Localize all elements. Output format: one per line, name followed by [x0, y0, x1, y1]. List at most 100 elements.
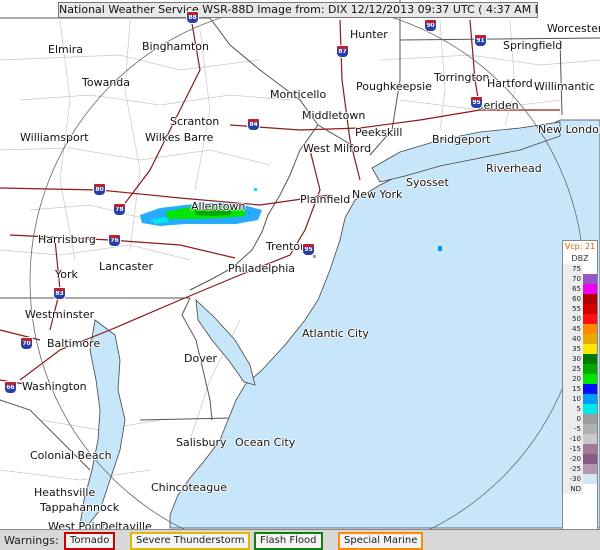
interstate-shield-icon-i66: 66 [4, 381, 17, 394]
legend-value: -30 [563, 474, 583, 484]
legend-color-swatch [583, 284, 597, 294]
place-label-worcester: Worcester [547, 22, 600, 35]
interstate-shield-icon-i76: 76 [108, 234, 121, 247]
legend-row: -10 [563, 434, 597, 444]
legend-value: 40 [563, 334, 583, 344]
legend-row: 60 [563, 294, 597, 304]
place-label-monticello: Monticello [270, 88, 327, 101]
severe-thunderstorm-warning-key: Severe Thunderstorm [130, 532, 251, 550]
legend-color-swatch [583, 304, 597, 314]
legend-color-swatch [583, 334, 597, 344]
place-label-binghamton: Binghamton [142, 40, 209, 53]
tornado-warning-key: Tornado [64, 532, 116, 550]
place-label-dover: Dover [184, 352, 217, 365]
legend-value: -5 [563, 424, 583, 434]
legend-color-swatch [583, 274, 597, 284]
place-label-syosset: Syosset [406, 176, 449, 189]
flash-flood-warning-key: Flash Flood [254, 532, 323, 550]
legend-color-swatch [583, 464, 597, 474]
interstate-shield-icon-i95a: 95 [470, 96, 483, 109]
legend-rows: 75 70 65 60 55 50 45 40 35 30 25 20 15 10 5 0 -5 -10 -15 -2… [563, 264, 597, 494]
legend-row: 75 [563, 264, 597, 274]
place-label-heathsville: Heathsville [34, 486, 96, 499]
legend-value: 50 [563, 314, 583, 324]
legend-row: 5 [563, 404, 597, 414]
place-label-newlondon: New London [538, 123, 600, 136]
legend-row: 30 [563, 354, 597, 364]
legend-row: 50 [563, 314, 597, 324]
legend-value: -20 [563, 454, 583, 464]
interstate-shield-icon-i83: 83 [53, 287, 66, 300]
legend-color-swatch [583, 384, 597, 394]
vcp-label: Vcp: 21 [564, 242, 596, 251]
legend-value: 0 [563, 414, 583, 424]
interstate-shield-icon-i80: 80 [93, 183, 106, 196]
legend-row: -30 [563, 474, 597, 484]
legend-color-swatch [583, 294, 597, 304]
place-label-westmilford: West Milford [303, 142, 372, 155]
legend-color-swatch [583, 364, 597, 374]
dbz-legend: Vcp: 21 DBZ 75 70 65 60 55 50 45 40 35 30 25 20 15 10… [562, 240, 598, 544]
place-label-towanda: Towanda [82, 76, 131, 89]
legend-value: -15 [563, 444, 583, 454]
legend-row: 35 [563, 344, 597, 354]
radar-frame: National Weather Service WSR-88D Image f… [0, 0, 600, 550]
legend-row: ND [563, 484, 597, 494]
interstate-shield-icon-i95b: 95 [302, 243, 315, 256]
place-label-elmira: Elmira [48, 43, 84, 56]
legend-row: 0 [563, 414, 597, 424]
legend-value: 45 [563, 324, 583, 334]
legend-color-swatch [583, 404, 597, 414]
place-label-lancaster: Lancaster [99, 260, 153, 273]
place-label-plainfield: Plainfield [300, 193, 351, 206]
place-label-hunter: Hunter [350, 28, 388, 41]
place-label-torrington: Torrington [434, 71, 490, 84]
place-label-willimantic: Willimantic [534, 80, 595, 93]
place-label-springfield: Springfield [503, 39, 563, 52]
place-label-salisbury: Salisbury [176, 436, 227, 449]
place-label-peekskill: Peekskill [355, 126, 403, 139]
place-label-oceancity: Ocean City [235, 436, 296, 449]
legend-value: 60 [563, 294, 583, 304]
place-label-colonialbeach: Colonial Beach [30, 449, 112, 462]
legend-value: 25 [563, 364, 583, 374]
legend-value: 5 [563, 404, 583, 414]
interstate-shield-icon-i90: 90 [424, 19, 437, 32]
special-marine-warning-key: Special Marine [338, 532, 424, 550]
legend-color-swatch [583, 374, 597, 384]
legend-value: 10 [563, 394, 583, 404]
legend-value: 70 [563, 274, 583, 284]
warnings-bar: Warnings: Tornado Severe Thunderstorm Fl… [0, 529, 600, 550]
legend-row: -20 [563, 454, 597, 464]
interstate-shield-icon-i88: 88 [186, 11, 199, 24]
legend-value: 65 [563, 284, 583, 294]
legend-row: 45 [563, 324, 597, 334]
legend-value: -10 [563, 434, 583, 444]
legend-value: 15 [563, 384, 583, 394]
interstate-shield-icon-i70: 70 [20, 337, 33, 350]
legend-row: -5 [563, 424, 597, 434]
legend-color-swatch [583, 344, 597, 354]
place-label-middletown: Middletown [302, 109, 366, 122]
place-label-york: York [55, 268, 78, 281]
legend-color-swatch [583, 414, 597, 424]
interstate-shield-icon-i87: 87 [336, 45, 349, 58]
place-label-harrisburg: Harrisburg [38, 233, 96, 246]
legend-color-swatch [583, 264, 597, 274]
place-label-allentown: Allentown [191, 200, 246, 213]
place-label-philadelphia: Philadelphia [228, 262, 296, 275]
place-label-baltimore: Baltimore [47, 337, 101, 350]
legend-color-swatch [583, 324, 597, 334]
place-label-tappahannock: Tappahannock [40, 501, 120, 514]
legend-color-swatch [583, 424, 597, 434]
legend-row: 15 [563, 384, 597, 394]
legend-row: 40 [563, 334, 597, 344]
legend-color-swatch [583, 434, 597, 444]
place-label-washington: Washington [22, 380, 87, 393]
image-title: National Weather Service WSR-88D Image f… [58, 2, 538, 18]
place-label-scranton: Scranton [170, 115, 220, 128]
legend-value: 20 [563, 374, 583, 384]
legend-row: 25 [563, 364, 597, 374]
legend-row: -15 [563, 444, 597, 454]
legend-color-swatch [583, 314, 597, 324]
